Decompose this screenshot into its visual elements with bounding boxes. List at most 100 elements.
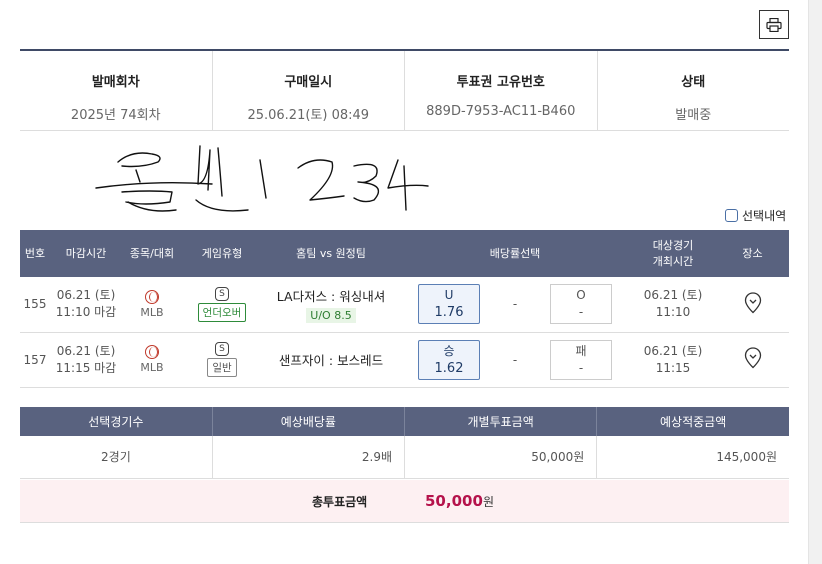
baseball-icon: [145, 289, 159, 304]
summary-header-count: 선택경기수: [20, 407, 213, 436]
sport-label: MLB: [140, 361, 164, 374]
info-label: 상태: [681, 75, 706, 90]
opp-odds: -: [578, 360, 584, 375]
game-time: 11:15: [655, 360, 691, 375]
game-start: 06.21 (토) 11:15: [630, 332, 717, 388]
summary-header-odds: 예상배당률: [212, 407, 406, 436]
table-row: 157 06.21 (토) 11:15 마감 MLB S 일반 샌프자이 : 보…: [20, 332, 790, 388]
opposite-odds-button[interactable]: O -: [550, 284, 613, 325]
total-bar: 총투표금액 50,000 원: [20, 480, 789, 523]
opp-odds: -: [578, 305, 584, 320]
summary-row: 2경기 2.9배 50,000원 145,000원: [20, 436, 789, 479]
opposite-odds-button[interactable]: 패 -: [550, 339, 613, 380]
special-icon: S: [215, 286, 229, 301]
header-no: 번호: [20, 230, 50, 277]
handwritten-signature: [95, 145, 429, 212]
game-type: S 언더오버: [182, 277, 262, 333]
print-button[interactable]: [759, 10, 789, 39]
game-type: S 일반: [182, 332, 262, 388]
selection-checkbox[interactable]: 선택내역: [725, 207, 786, 224]
header-sport: 종목/대회: [122, 230, 182, 277]
info-purchase-time: 구매일시 25.06.21(토) 08:49: [213, 51, 405, 130]
summary-table: 선택경기수 예상배당률 개별투표금액 예상적중금액 2경기 2.9배 50,00…: [20, 407, 789, 479]
deadline-time: 11:15 마감: [55, 360, 117, 375]
teams-label: 샌프자이 : 보스레드: [278, 353, 384, 368]
game-date: 06.21 (토): [643, 343, 703, 358]
game-time: 11:10: [655, 305, 691, 320]
map-pin-icon[interactable]: [744, 347, 762, 372]
header-odds: 배당률선택: [400, 230, 631, 277]
game-deadline: 06.21 (토) 11:15 마감: [50, 332, 122, 388]
table-row: 155 06.21 (토) 11:10 마감 MLB S 언더오버 LA다저스 …: [20, 277, 790, 333]
header-game-time-line2: 개최시간: [652, 254, 694, 268]
game-date: 06.21 (토): [643, 288, 703, 303]
header-deadline: 마감시간: [50, 230, 122, 277]
odds-mid: -: [498, 277, 532, 333]
info-ticket-id: 투표권 고유번호 889D-7953-AC11-B460: [405, 51, 598, 130]
header-game-time: 대상경기 개최시간: [630, 230, 717, 277]
game-deadline: 06.21 (토) 11:10 마감: [50, 277, 122, 333]
odds-pick-cell: U 1.76: [400, 277, 498, 333]
selection-checkbox-label: 선택내역: [742, 209, 787, 223]
special-icon: S: [215, 342, 229, 356]
game-start: 06.21 (토) 11:10: [630, 277, 717, 333]
header-venue: 장소: [716, 230, 790, 277]
page-scrollbar[interactable]: [808, 0, 822, 564]
game-sport: MLB: [122, 332, 182, 388]
info-label: 구매일시: [284, 75, 333, 90]
info-value: 889D-7953-AC11-B460: [426, 104, 576, 119]
odds-pick-cell: 승 1.62: [400, 332, 498, 388]
printer-icon: [766, 17, 782, 32]
info-label: 발매회차: [91, 75, 140, 90]
info-label: 투표권 고유번호: [456, 75, 545, 90]
pick-odds: 1.76: [434, 305, 464, 321]
summary-header-stake: 개별투표금액: [404, 407, 598, 436]
summary-count: 2경기: [20, 436, 213, 479]
game-table: 번호 마감시간 종목/대회 게임유형 홈팀 vs 원정팀 배당률선택 대상경기 …: [20, 230, 790, 388]
sport-label: MLB: [140, 305, 164, 319]
info-value: 발매중: [675, 108, 712, 123]
pick-label: 승: [443, 343, 455, 358]
game-teams: LA다저스 : 워싱내셔 U/O 8.5: [262, 277, 400, 333]
opp-label: 패: [575, 343, 587, 358]
opp-label: O: [576, 288, 586, 303]
pick-label: U: [444, 288, 454, 303]
total-amount: 50,000: [425, 492, 483, 510]
odds-mid: -: [498, 332, 532, 388]
info-value: 25.06.21(토) 08:49: [247, 108, 370, 123]
info-status: 상태 발매중: [598, 51, 790, 130]
checkbox-square[interactable]: [725, 209, 738, 222]
game-table-header: 번호 마감시간 종목/대회 게임유형 홈팀 vs 원정팀 배당률선택 대상경기 …: [20, 230, 790, 277]
odds-opp-cell: O -: [532, 277, 631, 333]
ticket-info-panel: 발매회차 2025년 74회차 구매일시 25.06.21(토) 08:49 투…: [20, 49, 789, 131]
info-value: 2025년 74회차: [70, 108, 161, 123]
summary-header-payout: 예상적중금액: [596, 407, 789, 436]
game-venue: [716, 332, 790, 388]
deadline-date: 06.21 (토): [56, 343, 116, 358]
map-pin-icon[interactable]: [744, 292, 762, 317]
deadline-date: 06.21 (토): [56, 288, 116, 303]
game-teams: 샌프자이 : 보스레드: [262, 332, 400, 388]
header-teams: 홈팀 vs 원정팀: [262, 230, 400, 277]
game-no: 157: [20, 332, 50, 388]
summary-stake: 50,000원: [404, 436, 598, 479]
odds-opp-cell: 패 -: [532, 332, 631, 388]
baseball-icon: [145, 345, 159, 359]
info-round: 발매회차 2025년 74회차: [20, 51, 213, 130]
total-label: 총투표금액: [312, 494, 368, 509]
summary-header: 선택경기수 예상배당률 개별투표금액 예상적중금액: [20, 407, 789, 436]
selected-odds-button[interactable]: U 1.76: [418, 284, 480, 325]
header-game-time-line1: 대상경기: [652, 238, 694, 252]
game-type-tag: 언더오버: [197, 302, 247, 322]
game-type-tag: 일반: [207, 358, 237, 377]
pick-odds: 1.62: [434, 360, 464, 376]
summary-payout: 145,000원: [596, 436, 789, 479]
header-type: 게임유형: [182, 230, 262, 277]
teams-label: LA다저스 : 워싱내셔: [276, 288, 386, 304]
game-no: 155: [20, 277, 50, 333]
total-unit: 원: [483, 494, 495, 509]
selected-odds-button[interactable]: 승 1.62: [418, 339, 480, 380]
deadline-time: 11:10 마감: [55, 305, 117, 320]
uo-line-badge: U/O 8.5: [306, 307, 356, 323]
summary-odds: 2.9배: [212, 436, 406, 479]
